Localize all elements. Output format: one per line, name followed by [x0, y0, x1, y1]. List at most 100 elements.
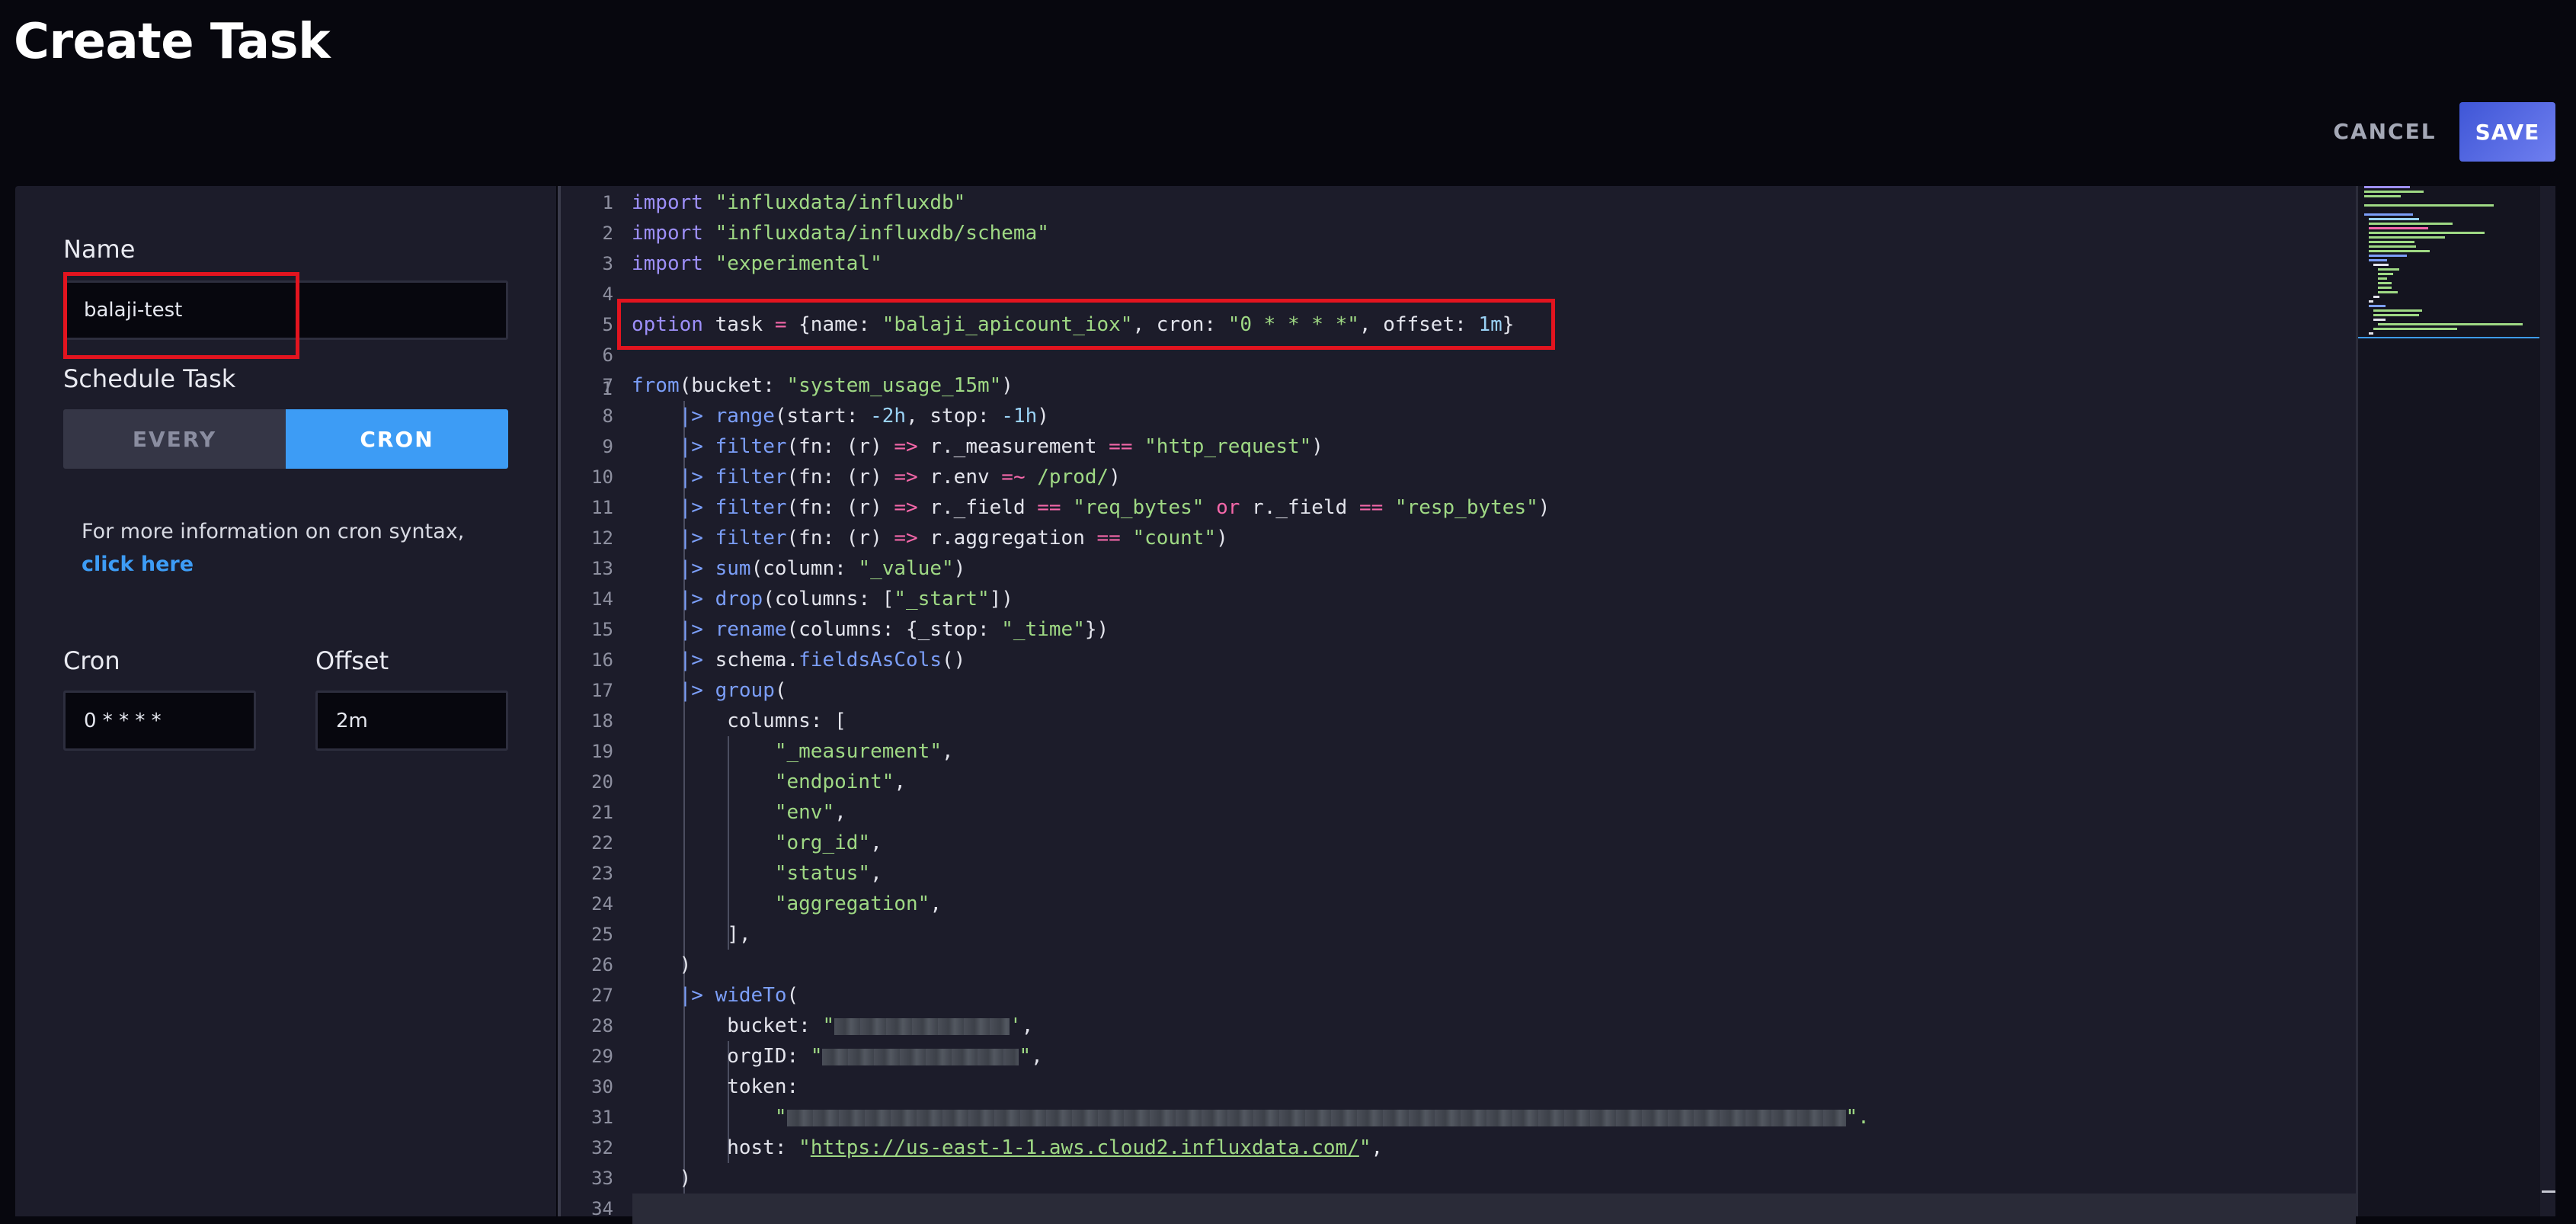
minimap-viewport: [2358, 337, 2539, 338]
code-token: 1m: [1478, 313, 1502, 336]
line-number: 33: [591, 1168, 613, 1189]
minimap-line: [2369, 223, 2453, 225]
code-line: from(bucket: "system_usage_15m"): [632, 374, 1013, 397]
line-number: 22: [591, 832, 613, 854]
redacted-value: [786, 1109, 1846, 1126]
cron-help-text: For more information on cron syntax, cli…: [82, 515, 508, 581]
line-number: 27: [591, 985, 613, 1006]
minimap-line: [2369, 245, 2416, 248]
minimap-line: [2369, 232, 2485, 234]
cron-input[interactable]: 0 * * * *: [63, 691, 256, 751]
code-line: ): [632, 953, 692, 976]
code-line: import "influxdata/influxdb/schema": [632, 218, 1049, 248]
line-number: 16: [591, 649, 613, 671]
code-token: "aggregation": [774, 892, 930, 915]
code-line: |> schema.fieldsAsCols(): [679, 649, 966, 671]
line-number: 20: [591, 771, 613, 793]
minimap-line: [2369, 255, 2407, 257]
line-number: 24: [591, 893, 613, 915]
line-number: 4: [602, 284, 613, 305]
minimap-line: [2378, 277, 2387, 280]
cron-help-message: For more information on cron syntax,: [82, 520, 465, 543]
code-line: bucket: " ',: [632, 1014, 1034, 1037]
code-token: "endpoint": [774, 771, 894, 793]
offset-input[interactable]: 2m: [315, 691, 508, 751]
line-number: 19: [591, 741, 613, 762]
minimap-line: [2378, 282, 2392, 284]
line-number: 15: [591, 619, 613, 640]
line-number: 1: [602, 192, 613, 213]
minimap-line: [2373, 319, 2386, 321]
cron-input-value: 0 * * * *: [84, 709, 162, 732]
redacted-value: [834, 1017, 1010, 1035]
line-number: 11: [591, 497, 613, 518]
cron-label: Cron: [63, 646, 120, 675]
line-number: 32: [591, 1137, 613, 1158]
code-line: "_measurement",: [774, 740, 954, 763]
code-line: |> rename(columns: {_stop: "_time"}): [679, 618, 1109, 641]
code-line: "env",: [774, 801, 846, 824]
code-token: "_time": [1001, 618, 1085, 641]
minimap-line: [2378, 273, 2393, 275]
line-number: 23: [591, 863, 613, 884]
offset-input-value: 2m: [336, 709, 368, 732]
cancel-button[interactable]: CANCEL: [2325, 102, 2444, 160]
line-number: 30: [591, 1076, 613, 1097]
minimap-line: [2369, 241, 2414, 243]
host-url[interactable]: https://us-east-1-1.aws.cloud2.influxdat…: [811, 1136, 1359, 1159]
minimap-line: [2369, 236, 2445, 239]
name-label: Name: [63, 235, 136, 264]
minimap-line: [2364, 191, 2424, 193]
code-line: ): [632, 1167, 692, 1190]
line-number: 8: [602, 405, 613, 427]
minimap-line: [2369, 259, 2387, 261]
code-token: "influxdata/influxdb": [715, 191, 966, 214]
minimap-line: [2373, 309, 2422, 312]
minimap-line: [2369, 218, 2419, 220]
code-token: "0 * * * *": [1227, 313, 1359, 336]
line-number: 18: [591, 710, 613, 732]
line-number: 34: [591, 1198, 613, 1219]
line-number: 17: [591, 680, 613, 701]
line-number: 26: [591, 954, 613, 976]
scrollbar-thumb[interactable]: [2542, 1190, 2555, 1193]
code-token: /prod/: [1037, 466, 1109, 489]
code-token: "_measurement": [774, 740, 942, 763]
code-token: "balaji_apicount_iox": [882, 313, 1133, 336]
schedule-task-label: Schedule Task: [63, 364, 236, 393]
editor-minimap[interactable]: [2356, 186, 2542, 1216]
code-line: "status",: [774, 862, 882, 885]
line-number: 6: [602, 344, 613, 366]
line-number: 2: [602, 223, 613, 244]
code-line: import "experimental": [632, 248, 882, 279]
redacted-value: [822, 1048, 1019, 1065]
code-token: "resp_bytes": [1394, 496, 1538, 519]
line-number: 7: [602, 375, 613, 396]
code-line: |> wideTo(: [679, 984, 799, 1007]
code-line: host: "https://us-east-1-1.aws.cloud2.in…: [632, 1136, 1384, 1159]
minimap-line: [2378, 287, 2392, 289]
line-number: 31: [591, 1107, 613, 1128]
code-line: |> drop(columns: ["_start"]): [679, 588, 1013, 610]
code-line: columns: [: [632, 710, 846, 732]
minimap-line: [2369, 305, 2386, 307]
line-number: 29: [591, 1046, 613, 1067]
code-line: "org_id",: [774, 831, 882, 854]
minimap-line: [2378, 323, 2523, 325]
code-token: "system_usage_15m": [786, 374, 1002, 397]
code-line: "endpoint",: [774, 771, 907, 793]
schedule-cron-toggle[interactable]: CRON: [286, 409, 508, 469]
code-token: "_start": [894, 588, 990, 610]
minimap-line: [2373, 296, 2379, 298]
vertical-scrollbar[interactable]: [2540, 186, 2555, 1216]
name-input[interactable]: balaji-test: [63, 280, 508, 340]
line-number: 28: [591, 1015, 613, 1037]
schedule-every-toggle[interactable]: EVERY: [63, 409, 286, 469]
line-number: 25: [591, 924, 613, 945]
cron-help-link[interactable]: click here: [82, 553, 194, 576]
save-button[interactable]: SAVE: [2459, 102, 2555, 162]
code-token: option: [632, 313, 703, 336]
line-number: 10: [591, 466, 613, 488]
code-line: |> sum(column: "_value"): [679, 557, 966, 580]
minimap-line: [2378, 291, 2398, 293]
